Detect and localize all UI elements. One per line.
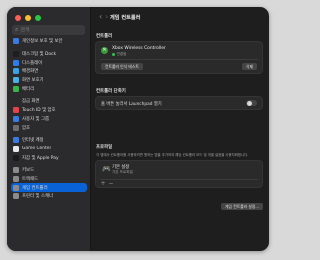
profiles-section-title: 프로파일 <box>96 145 113 150</box>
sidebar-item[interactable]: 트랙패드 <box>11 175 87 184</box>
sidebar-item-label: 데스크탑 및 Dock <box>22 52 57 58</box>
wallpaper-icon <box>13 68 19 75</box>
zoom-button[interactable] <box>35 15 41 21</box>
launchpad-shortcut-label: 홈 버튼 눌러서 Launchpad 열기 <box>101 102 162 107</box>
profile-subtitle: 기본 프로파일 <box>112 170 133 174</box>
game-center-icon <box>13 145 19 152</box>
lock-icon <box>13 98 19 105</box>
sidebar-list: 개인정보 보호 및 보안데스크탑 및 Dock 디스플레이배경화면화면 보호기배터… <box>11 37 87 201</box>
game-controller-icon: 🎮 <box>102 165 111 173</box>
sidebar-item[interactable]: 데스크탑 및 Dock <box>11 50 87 59</box>
trackpad-icon <box>13 175 19 182</box>
xbox-controller-icon: ✕ <box>101 47 108 54</box>
sidebar-item-label: Game Center <box>22 146 52 152</box>
sidebar-item-label: 디스플레이 <box>22 60 43 66</box>
sidebar-item[interactable]: Touch ID 및 암호 <box>11 106 87 115</box>
sidebar-item-label: Touch ID 및 암호 <box>22 108 56 114</box>
sidebar-item[interactable]: 화면 보호기 <box>11 76 87 85</box>
page-title: 게임 컨트롤러 <box>110 15 141 21</box>
users-icon <box>13 115 19 122</box>
game-controller-settings-button[interactable]: 게임 컨트롤러 설정... <box>221 203 263 210</box>
sidebar-item-label: 화면 보호기 <box>22 78 44 84</box>
sidebar-item[interactable]: 개인정보 보호 및 보안 <box>11 37 87 46</box>
identify-controller-button[interactable]: 컨트롤러 인식 테스트 <box>101 63 143 70</box>
sidebar-item-label: 배경화면 <box>22 69 39 75</box>
sidebar-item-label: 사용자 및 그룹 <box>22 116 50 122</box>
divider <box>100 179 258 180</box>
sidebar-item[interactable]: 사용자 및 그룹 <box>11 115 87 124</box>
sidebar-item[interactable]: 게임 컨트롤러 <box>11 183 87 192</box>
sidebar-item[interactable]: Game Center <box>11 145 87 154</box>
controllers-section-title: 컨트롤러 <box>96 34 113 39</box>
sidebar-item[interactable]: 지갑 및 Apple Pay <box>11 153 87 162</box>
minimize-button[interactable] <box>25 15 31 21</box>
add-profile-button[interactable]: + <box>99 181 107 187</box>
sidebar-item[interactable]: 인터넷 계정 <box>11 136 87 145</box>
wallet-icon <box>13 154 19 161</box>
shortcuts-card: 홈 버튼 눌러서 Launchpad 열기 <box>95 96 263 110</box>
sidebar: ⌕ 개인정보 보호 및 보안데스크탑 및 Dock 디스플레이배경화면화면 보호기… <box>7 7 91 251</box>
sidebar-item-label: 잠금 화면 <box>22 99 40 105</box>
sidebar-item-label: 게임 컨트롤러 <box>22 185 48 191</box>
search-field[interactable]: ⌕ <box>12 25 85 35</box>
sidebar-item-label: 암호 <box>22 125 31 131</box>
hand-icon <box>13 38 19 45</box>
close-button[interactable] <box>15 15 21 21</box>
controller-status: 연결됨 <box>112 52 126 57</box>
divider <box>100 59 258 60</box>
sun-icon <box>13 59 19 66</box>
connected-status-icon <box>112 53 115 56</box>
controller-name: Xbox Wireless Controller <box>112 46 166 51</box>
window-controls <box>15 15 41 21</box>
battery-icon <box>13 85 19 92</box>
search-input[interactable] <box>18 27 81 33</box>
sidebar-item-label: 트랙패드 <box>22 176 39 182</box>
profiles-description: 각 앱에서 컨트롤러를 사용하려면 원하는 앱을 추가하여 해당 컨트롤러 모드… <box>96 153 249 157</box>
shortcuts-section-title: 컨트롤러 단축키 <box>96 89 126 94</box>
at-icon <box>13 137 19 144</box>
sidebar-item[interactable]: 암호 <box>11 123 87 132</box>
keyboard-icon <box>13 167 19 174</box>
back-button[interactable]: ‹ <box>99 12 102 22</box>
sidebar-item[interactable]: 배터리 <box>11 84 87 93</box>
settings-window: ⌕ 개인정보 보호 및 보안데스크탑 및 Dock 디스플레이배경화면화면 보호기… <box>7 7 269 251</box>
fingerprint-icon <box>13 107 19 114</box>
profiles-card: 🎮 기본 설정 기본 프로파일 + − <box>95 160 263 188</box>
sidebar-item-label: 개인정보 보호 및 보안 <box>22 39 63 45</box>
sidebar-item-label: 배터리 <box>22 86 35 92</box>
sidebar-item[interactable]: 잠금 화면 <box>11 97 87 106</box>
toggle-knob <box>246 100 252 106</box>
sidebar-item-label: 키보드 <box>22 168 35 174</box>
sidebar-item-label: 프린터 및 스캐너 <box>22 194 54 200</box>
dock-icon <box>13 51 19 58</box>
forward-button[interactable]: › <box>105 12 108 22</box>
controller-status-text: 연결됨 <box>116 52 127 56</box>
key-icon <box>13 124 19 131</box>
sidebar-item[interactable]: 프린터 및 스캐너 <box>11 192 87 201</box>
main-panel: ‹ › 게임 컨트롤러 컨트롤러 ✕ Xbox Wireless Control… <box>91 7 269 251</box>
sidebar-item[interactable]: 배경화면 <box>11 67 87 76</box>
launchpad-toggle[interactable] <box>246 100 257 106</box>
remove-controller-button[interactable]: 삭제 <box>242 63 257 70</box>
sidebar-item-label: 지갑 및 Apple Pay <box>22 155 59 161</box>
toolbar: ‹ › 게임 컨트롤러 <box>91 7 269 27</box>
printer-icon <box>13 193 19 200</box>
controller-card: ✕ Xbox Wireless Controller 연결됨 컨트롤러 인식 테… <box>95 41 263 74</box>
sidebar-item[interactable]: 키보드 <box>11 166 87 175</box>
sidebar-item-label: 인터넷 계정 <box>22 138 44 144</box>
game-controller-icon <box>13 184 19 191</box>
sidebar-item[interactable]: 디스플레이 <box>11 58 87 67</box>
remove-profile-button[interactable]: − <box>107 181 115 187</box>
screensaver-icon <box>13 77 19 84</box>
